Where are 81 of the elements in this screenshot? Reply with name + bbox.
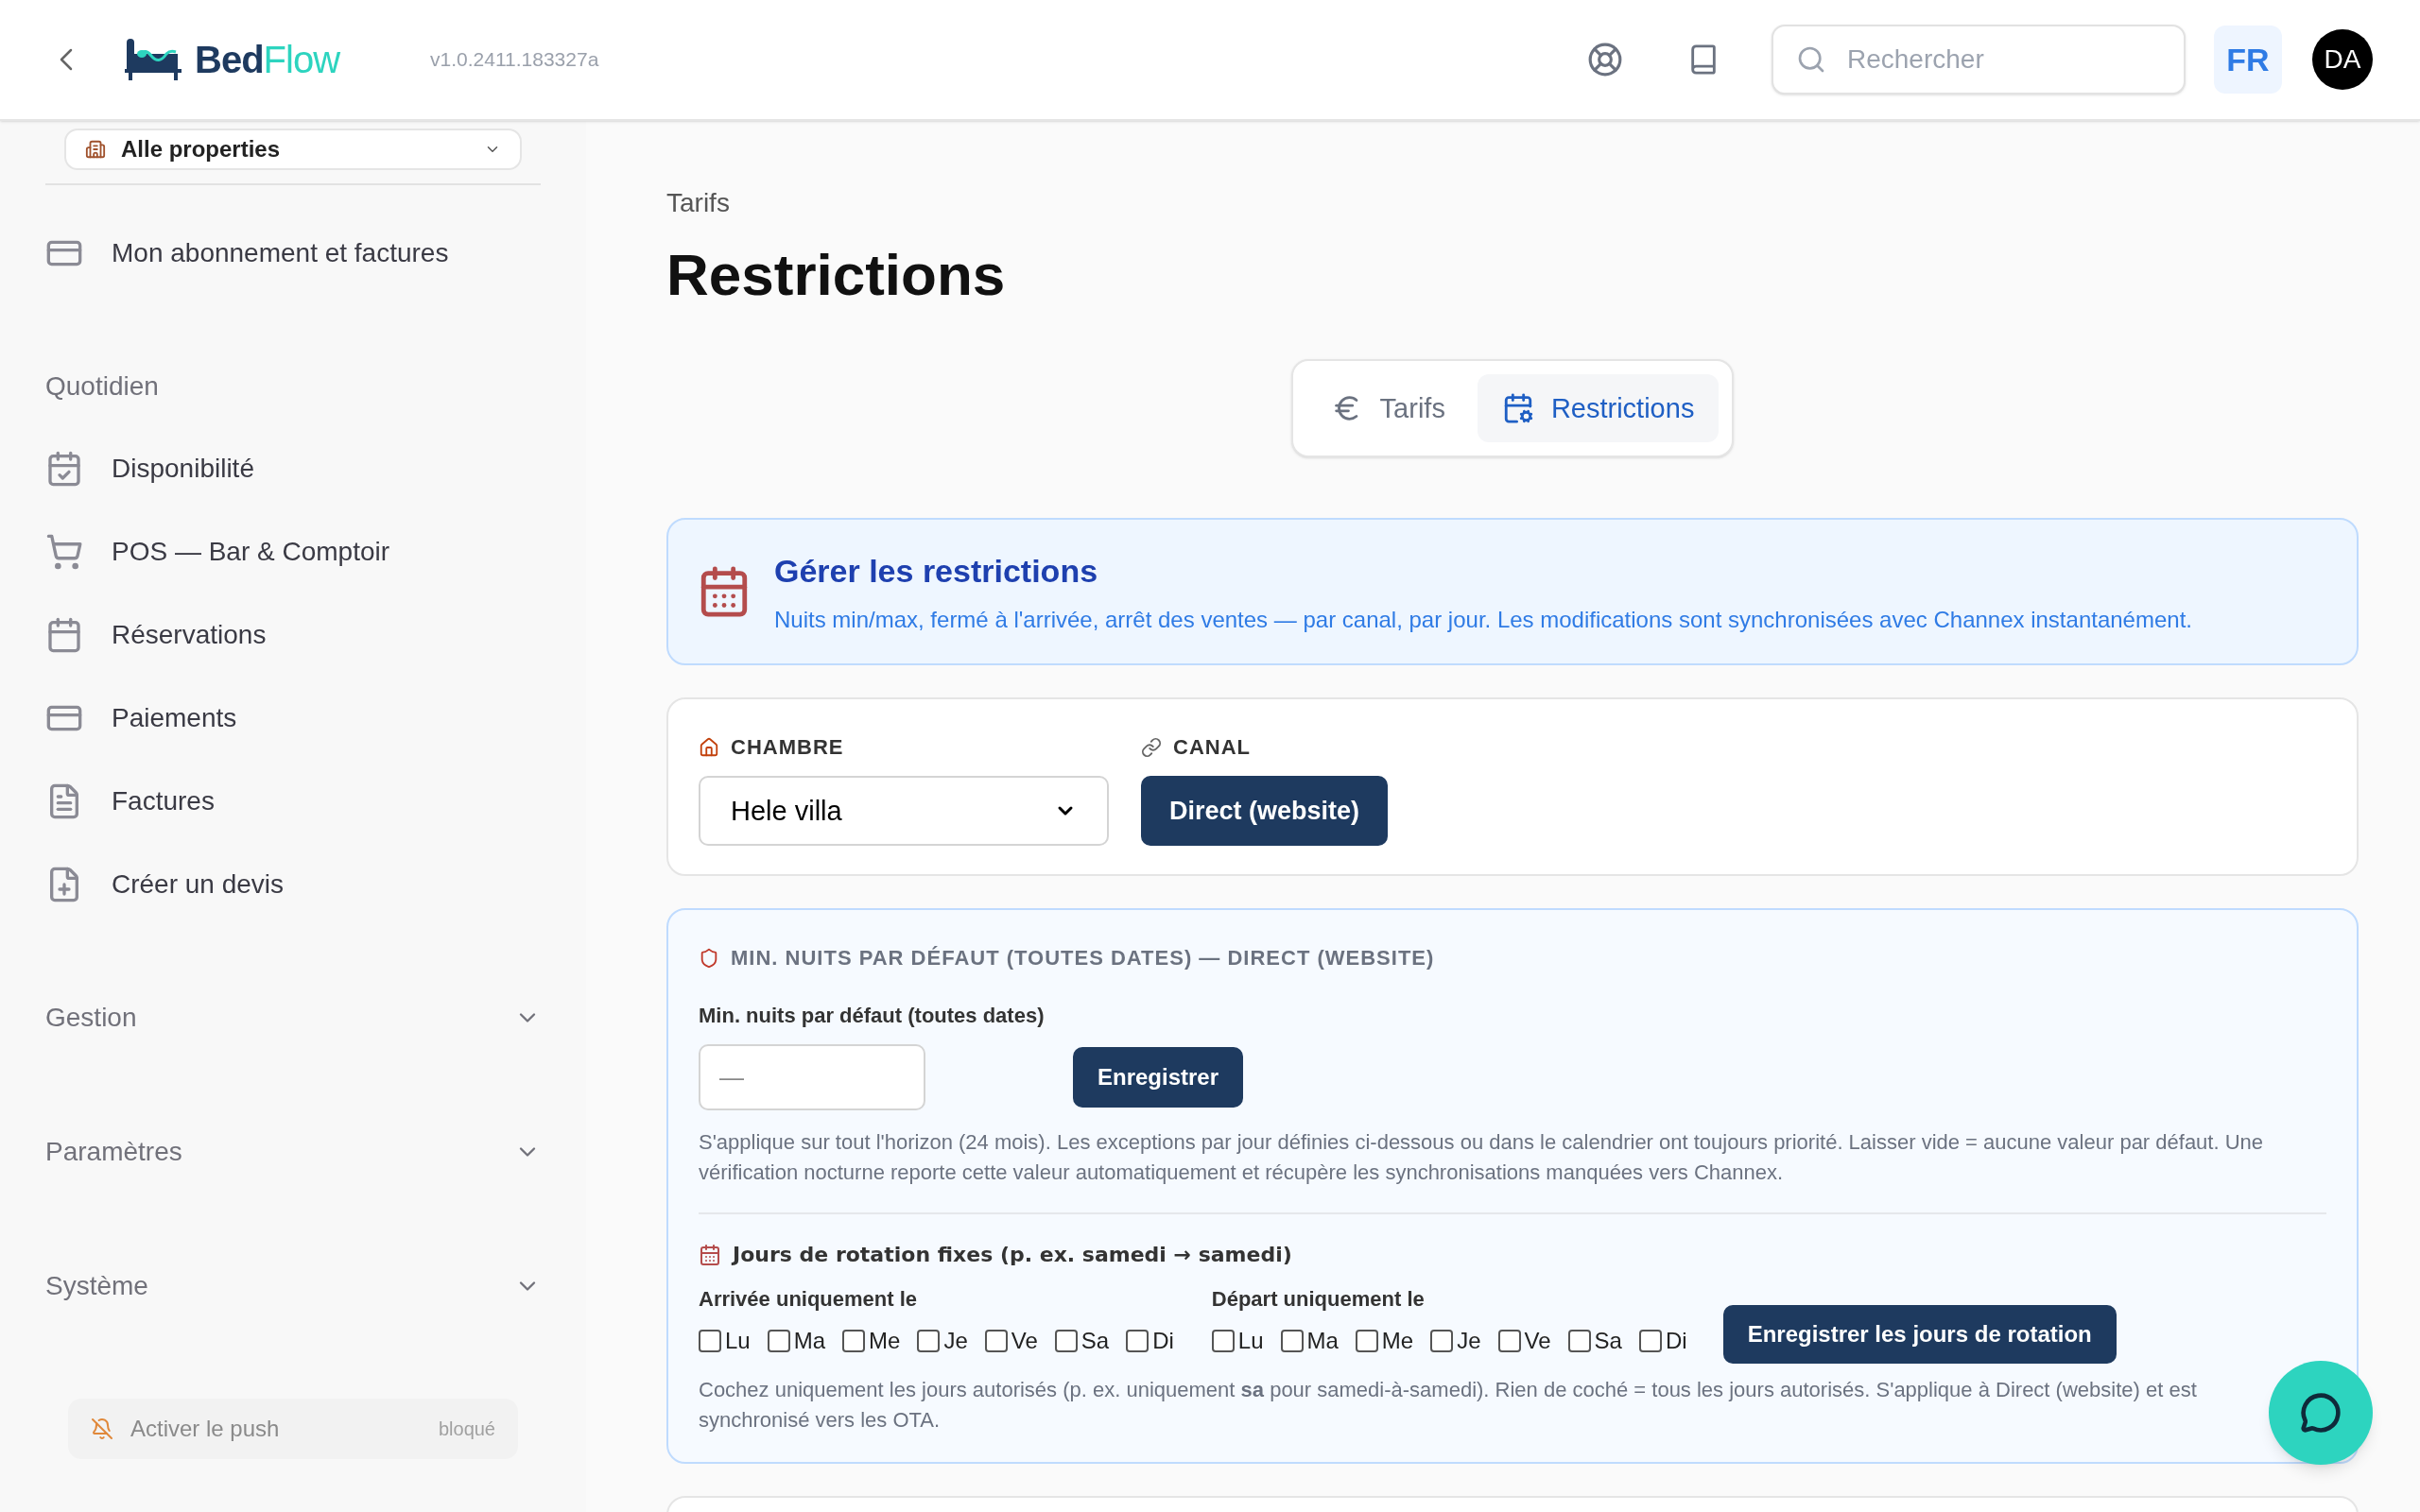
- day-checkbox[interactable]: [699, 1330, 721, 1353]
- day-label: Di: [1152, 1327, 1174, 1356]
- field-label: Min. nuits par défaut (toutes dates): [699, 1003, 1046, 1030]
- chat-icon: [2300, 1392, 2342, 1434]
- calendar-check-icon: [45, 450, 83, 488]
- day-checkbox[interactable]: [1054, 1330, 1078, 1353]
- day-label: Lu: [725, 1327, 751, 1356]
- day-checkbox[interactable]: [1126, 1330, 1150, 1353]
- tab[interactable]: Restrictions: [1477, 374, 1720, 443]
- sidebar-item[interactable]: Disponibilité: [112, 449, 254, 489]
- sidebar-item[interactable]: POS — Bar & Comptoir: [112, 532, 390, 572]
- day-checkbox[interactable]: [1280, 1330, 1304, 1353]
- day-checkbox[interactable]: [767, 1330, 790, 1353]
- save-rotation-button[interactable]: Enregistrer les jours de rotation: [1722, 1305, 2117, 1365]
- day-checkbox[interactable]: [842, 1330, 866, 1353]
- day-label: Ma: [1306, 1327, 1339, 1356]
- save-button[interactable]: Enregistrer: [1073, 1047, 1244, 1108]
- help-text: Cochez uniquement les jours autorisés (p. ex. uniquement sa pour samedi-à-samedi). Rien de coché = tous les jours autorisés. S'applique à Direct (website) et est synchronisé vers les OTA.: [699, 1377, 2198, 1435]
- lifebuoy-icon: [1587, 42, 1623, 77]
- day-label: Sa: [1080, 1327, 1110, 1356]
- banner-text: Nuits min/max, fermé à l'arrivée, arrêt des ventes — par canal, par jour. Les modifications sont synchronisées avec Channex instantanément.: [774, 605, 2192, 634]
- cart-icon: [45, 533, 83, 571]
- bell-off-icon: [91, 1418, 113, 1440]
- day-label: Lu: [1237, 1327, 1264, 1356]
- user-avatar[interactable]: DA: [2312, 29, 2373, 90]
- calendar-icon: [45, 616, 83, 654]
- day-label: Sa: [1594, 1327, 1622, 1356]
- sidebar-item[interactable]: Réservations: [112, 615, 267, 655]
- day-checkbox[interactable]: [1355, 1330, 1378, 1353]
- building-icon: [85, 139, 106, 160]
- logo-text: BedFlow: [195, 38, 340, 82]
- day-checkbox[interactable]: [1567, 1330, 1591, 1353]
- sidebar-item[interactable]: Factures: [112, 782, 215, 821]
- day-checkbox[interactable]: [1430, 1330, 1454, 1353]
- channel-button[interactable]: Direct (website): [1141, 776, 1389, 847]
- sidebar-item[interactable]: Créer un devis: [112, 865, 285, 904]
- sidebar-group[interactable]: Système: [45, 1266, 541, 1306]
- sidebar-item[interactable]: Mon abonnement et factures: [112, 233, 449, 273]
- field-label: CANAL: [1173, 734, 1251, 762]
- breadcrumb: Tarifs: [666, 187, 731, 219]
- banner-title: Gérer les restrictions: [774, 551, 1099, 591]
- search-icon: [1796, 44, 1826, 75]
- field-label: Arrivée uniquement le: [699, 1286, 919, 1314]
- room-select[interactable]: Hele villa: [699, 776, 1109, 847]
- day-label: Je: [1457, 1327, 1481, 1356]
- day-checkbox[interactable]: [1497, 1330, 1521, 1353]
- shield-icon: [699, 947, 719, 969]
- link-icon: [1141, 736, 1162, 758]
- day-checkbox[interactable]: [1638, 1330, 1662, 1353]
- sidebar-group[interactable]: Paramètres: [45, 1132, 541, 1172]
- help-text: S'applique sur tout l'horizon (24 mois). Les exceptions par jour définies ci-dessous ou dans le calendrier ont toujours priorité. Laisser vide = aucune valeur par défaut. Une vérification nocturne reporte cette valeur automatiquement et récupère les synchronisations manquées vers Channex.: [699, 1129, 2265, 1187]
- field-label: Départ uniquement le: [1211, 1286, 1426, 1314]
- day-checkbox[interactable]: [984, 1330, 1008, 1353]
- sidebar-item[interactable]: Paiements: [112, 698, 237, 738]
- push-status: bloqué: [438, 1418, 495, 1441]
- language-button[interactable]: FR: [2214, 26, 2282, 94]
- field-label: CHAMBRE: [731, 734, 844, 762]
- tab[interactable]: Tarifs: [1305, 374, 1470, 443]
- day-label: Me: [869, 1327, 901, 1356]
- push-label: Activer le push: [130, 1415, 281, 1443]
- day-checkbox[interactable]: [1211, 1330, 1235, 1353]
- property-name: Alle properties: [121, 135, 282, 163]
- rotation-heading: Jours de rotation fixes (p. ex. samedi → samedi): [733, 1242, 1292, 1269]
- day-label: Ve: [1524, 1327, 1551, 1356]
- bed-logo-icon: [125, 39, 182, 80]
- page-title: Restrictions: [666, 241, 1007, 309]
- section-heading: MIN. NUITS PAR DÉFAUT (TOUTES DATES) — DIRECT (WEBSITE): [731, 945, 1435, 972]
- day-label: Di: [1665, 1327, 1687, 1356]
- day-checkbox[interactable]: [917, 1330, 941, 1353]
- min-nights-input[interactable]: —: [699, 1044, 925, 1111]
- property-select[interactable]: Alle properties: [64, 129, 522, 170]
- day-label: Ma: [793, 1327, 826, 1356]
- day-label: Ve: [1011, 1327, 1038, 1356]
- day-label: Je: [943, 1327, 968, 1356]
- calendar-icon: [699, 1243, 721, 1266]
- sidebar-group[interactable]: Gestion: [45, 998, 541, 1038]
- search-field[interactable]: Rechercher: [1772, 25, 2186, 94]
- day-label: Me: [1381, 1327, 1414, 1356]
- house-icon: [699, 736, 719, 758]
- version-label: v1.0.2411.183327a: [430, 47, 599, 73]
- section-label: Quotidien: [45, 370, 160, 403]
